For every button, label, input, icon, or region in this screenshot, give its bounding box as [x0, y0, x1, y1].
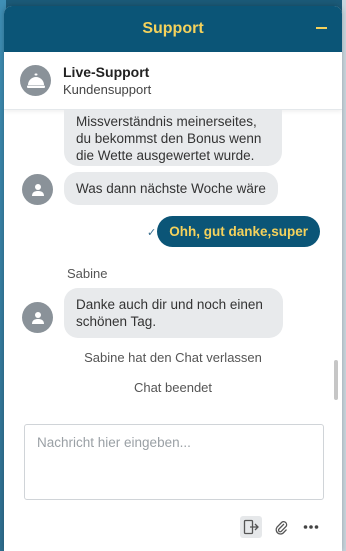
received-message: Was dann nächste Woche wäre	[64, 172, 278, 205]
agent-role: Kundensupport	[63, 82, 152, 97]
scrollbar-thumb[interactable]	[334, 360, 338, 400]
minimize-icon	[315, 27, 327, 29]
more-options-icon	[303, 525, 319, 529]
chat-title-bar: Support	[4, 6, 342, 52]
sender-name: Sabine	[67, 266, 108, 281]
user-avatar-icon	[22, 174, 53, 205]
attachment-icon	[275, 521, 288, 535]
agent-header: Live-Support Kundensupport	[4, 52, 342, 110]
received-message: Missverständnis meinerseites, du bekomms…	[64, 110, 282, 166]
system-message: Chat beendet	[133, 380, 213, 395]
composer-toolbar	[240, 516, 322, 538]
system-message: Sabine hat den Chat verlassen	[84, 350, 262, 365]
sent-message: Ohh, gut danke,super	[157, 216, 320, 247]
support-chat-widget: Support Live-Support Kundensupport Missv…	[4, 6, 342, 551]
message-list[interactable]: Missverständnis meinerseites, du bekomms…	[4, 110, 342, 406]
delivered-check-icon: ✓	[147, 227, 157, 239]
message-input[interactable]	[24, 424, 324, 500]
minimize-button[interactable]	[314, 18, 328, 38]
service-bell-icon	[20, 65, 51, 96]
received-message: Danke auch dir und noch einen schönen Ta…	[64, 288, 283, 338]
exit-chat-button[interactable]	[240, 516, 262, 538]
attach-file-button[interactable]	[270, 516, 292, 538]
page-backdrop-edge	[342, 0, 346, 551]
chat-title: Support	[142, 20, 204, 37]
exit-chat-icon	[243, 519, 259, 535]
agent-name: Live-Support	[63, 64, 150, 80]
more-options-button[interactable]	[300, 516, 322, 538]
user-avatar-icon	[22, 302, 53, 333]
